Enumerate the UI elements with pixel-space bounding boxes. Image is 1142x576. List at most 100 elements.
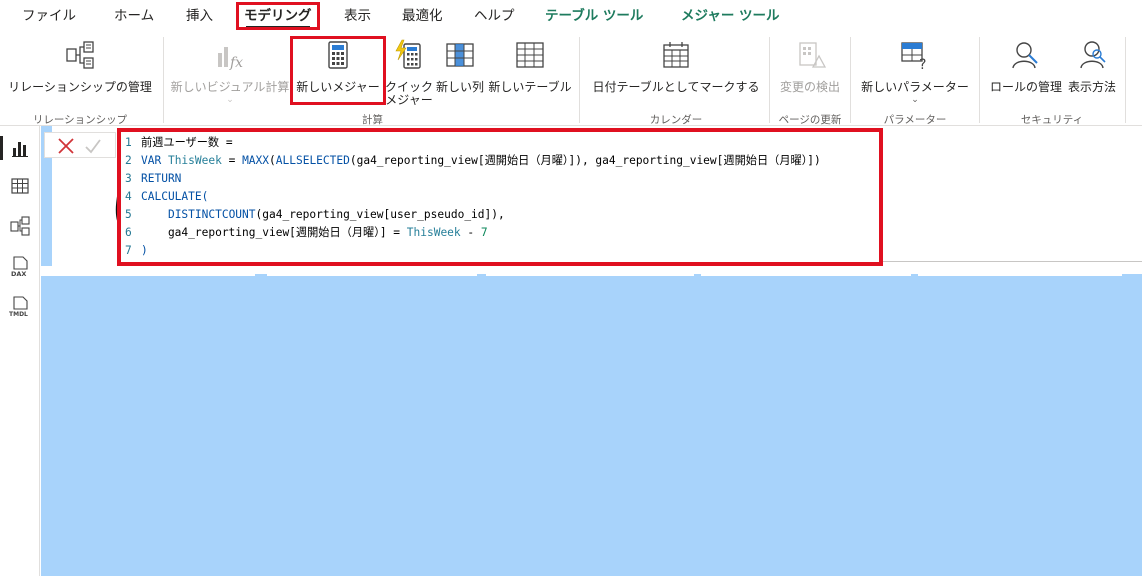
- calculator-icon: [328, 41, 348, 69]
- code-line[interactable]: 3 RETURN: [125, 170, 181, 187]
- dax-formula-editor[interactable]: 1 前週ユーザー数 = 2 VAR ThisWeek = MAXX(ALLSELECT…: [117, 128, 883, 266]
- code-token: -: [460, 226, 481, 239]
- code-line[interactable]: 1 前週ユーザー数 =: [125, 134, 233, 151]
- group-label-relationships: リレーションシップ: [32, 114, 128, 126]
- detect-changes-label: 変更の検出: [779, 80, 840, 94]
- tab-table-tools[interactable]: テーブル ツール: [545, 0, 643, 33]
- line-number: 5: [125, 208, 132, 221]
- separator: [979, 37, 980, 123]
- tmdl-icon: TMDL: [9, 296, 28, 318]
- code-token: =: [221, 154, 243, 167]
- visual-card[interactable]: [41, 266, 255, 276]
- new-measure-button[interactable]: 新しいメジャー: [295, 37, 381, 107]
- tab-file[interactable]: ファイル: [22, 0, 76, 33]
- view-as-button[interactable]: 表示方法: [1066, 37, 1118, 107]
- formula-actions: [44, 132, 116, 158]
- manage-relationships-button[interactable]: リレーションシップの管理: [4, 37, 156, 107]
- role-icon: [1012, 42, 1038, 69]
- code-token: 前週ユーザー数 =: [141, 136, 233, 149]
- code-token: DISTINCTCOUNT: [167, 208, 256, 221]
- group-label-parameters: パラメーター: [883, 114, 947, 126]
- line-number: 3: [125, 172, 132, 185]
- table-icon: [11, 178, 29, 194]
- chevron-down-icon: ⌄: [226, 95, 234, 105]
- new-measure-label: 新しいメジャー: [296, 80, 380, 94]
- detect-changes-button[interactable]: 変更の検出: [775, 37, 845, 107]
- manage-relationships-label: リレーションシップの管理: [8, 80, 152, 94]
- tab-home[interactable]: ホーム: [114, 0, 154, 33]
- visual-card[interactable]: [701, 266, 911, 276]
- line-number: 4: [125, 190, 132, 203]
- new-table-button[interactable]: 新しいテーブル: [487, 37, 573, 107]
- manage-roles-button[interactable]: ロールの管理: [986, 37, 1066, 107]
- manage-roles-label: ロールの管理: [989, 80, 1062, 94]
- dax-icon: DAX: [11, 256, 28, 278]
- tmdl-view-button[interactable]: TMDL: [8, 294, 32, 318]
- chevron-down-icon: ⌄: [911, 95, 919, 105]
- group-label-security: セキュリティ: [1020, 114, 1084, 126]
- new-column-icon: [446, 43, 474, 67]
- tab-optimize[interactable]: 最適化: [402, 0, 443, 33]
- separator: [163, 37, 164, 123]
- new-parameter-label: 新しいパラメーター: [861, 80, 969, 94]
- quick-measure-label-2: メジャー: [385, 93, 433, 107]
- code-line[interactable]: 5 DISTINCTCOUNT(ga4_reporting_view[user_…: [125, 206, 505, 223]
- divider: [883, 261, 1142, 262]
- group-label-calendars: カレンダー: [649, 114, 703, 126]
- svg-text:?: ?: [919, 57, 926, 71]
- mark-as-date-table-button[interactable]: 日付テーブルとしてマークする: [588, 37, 764, 107]
- quick-measure-button[interactable]: クイック メジャー: [384, 37, 434, 107]
- code-token: RETURN: [141, 172, 182, 185]
- new-visual-calculation-label: 新しいビジュアル計算: [170, 80, 290, 94]
- line-number: 7: [125, 244, 132, 257]
- code-line[interactable]: 4 CALCULATE(: [125, 188, 208, 205]
- line-number: 6: [125, 226, 132, 239]
- code-line[interactable]: 7): [125, 242, 148, 259]
- tab-modeling[interactable]: モデリング: [244, 0, 312, 33]
- tab-help[interactable]: ヘルプ: [474, 0, 515, 33]
- new-visual-calculation-button[interactable]: fx 新しいビジュアル計算 ⌄: [170, 37, 290, 107]
- new-table-icon: [516, 42, 544, 68]
- commit-check-icon[interactable]: [83, 136, 103, 156]
- ribbon: リレーションシップの管理 リレーションシップ fx 新しいビジュアル計算 ⌄ 新…: [0, 33, 1142, 126]
- cancel-icon[interactable]: [56, 136, 76, 156]
- code-token: ThisWeek: [167, 154, 222, 167]
- menu-tab-bar: ファイル ホーム 挿入 モデリング 表示 最適化 ヘルプ テーブル ツール メジ…: [0, 0, 1142, 33]
- relationships-icon: [66, 41, 94, 69]
- model-view-button[interactable]: [8, 214, 32, 238]
- tab-measure-tools[interactable]: メジャー ツール: [681, 0, 780, 33]
- code-token: (: [269, 154, 276, 167]
- tab-insert[interactable]: 挿入: [186, 0, 213, 33]
- code-token: ThisWeek: [406, 226, 461, 239]
- new-parameter-button[interactable]: ? 新しいパラメーター ⌄: [858, 37, 972, 107]
- mark-as-date-table-label: 日付テーブルとしてマークする: [592, 80, 760, 94]
- line-number: 1: [125, 136, 132, 149]
- calendar-icon: [663, 42, 689, 68]
- formula-bar-right-area: [883, 128, 1142, 262]
- code-line[interactable]: 2 VAR ThisWeek = MAXX(ALLSELECTED(ga4_rep…: [125, 152, 821, 169]
- tab-view[interactable]: 表示: [344, 0, 371, 33]
- separator: [850, 37, 851, 123]
- visual-card[interactable]: [918, 266, 1122, 276]
- new-table-label: 新しいテーブル: [488, 80, 572, 94]
- quick-measure-label: クイック: [384, 80, 433, 94]
- separator: [579, 37, 580, 123]
- view-as-icon: [1080, 41, 1106, 69]
- new-column-button[interactable]: 新しい列: [435, 37, 485, 107]
- svg-text:DAX: DAX: [11, 270, 26, 278]
- code-token: (ga4_reporting_view[週開始日（月曜）]), ga4_repo…: [349, 154, 821, 167]
- visual-card[interactable]: [267, 266, 477, 276]
- code-line[interactable]: 6 ga4_reporting_view[週開始日（月曜）] = ThisWee…: [125, 224, 488, 241]
- view-as-label: 表示方法: [1067, 80, 1116, 94]
- svg-text:fx: fx: [229, 55, 243, 71]
- report-view-button[interactable]: [0, 136, 32, 160]
- dax-query-view-button[interactable]: DAX: [8, 254, 32, 278]
- parameter-icon: ?: [901, 42, 926, 71]
- model-icon: [10, 216, 30, 236]
- visual-calc-icon: fx: [218, 47, 243, 71]
- table-view-button[interactable]: [8, 174, 32, 198]
- quick-measure-icon: [395, 39, 421, 69]
- visual-card[interactable]: [486, 266, 694, 276]
- code-token: ga4_reporting_view[週開始日（月曜）] =: [141, 226, 407, 239]
